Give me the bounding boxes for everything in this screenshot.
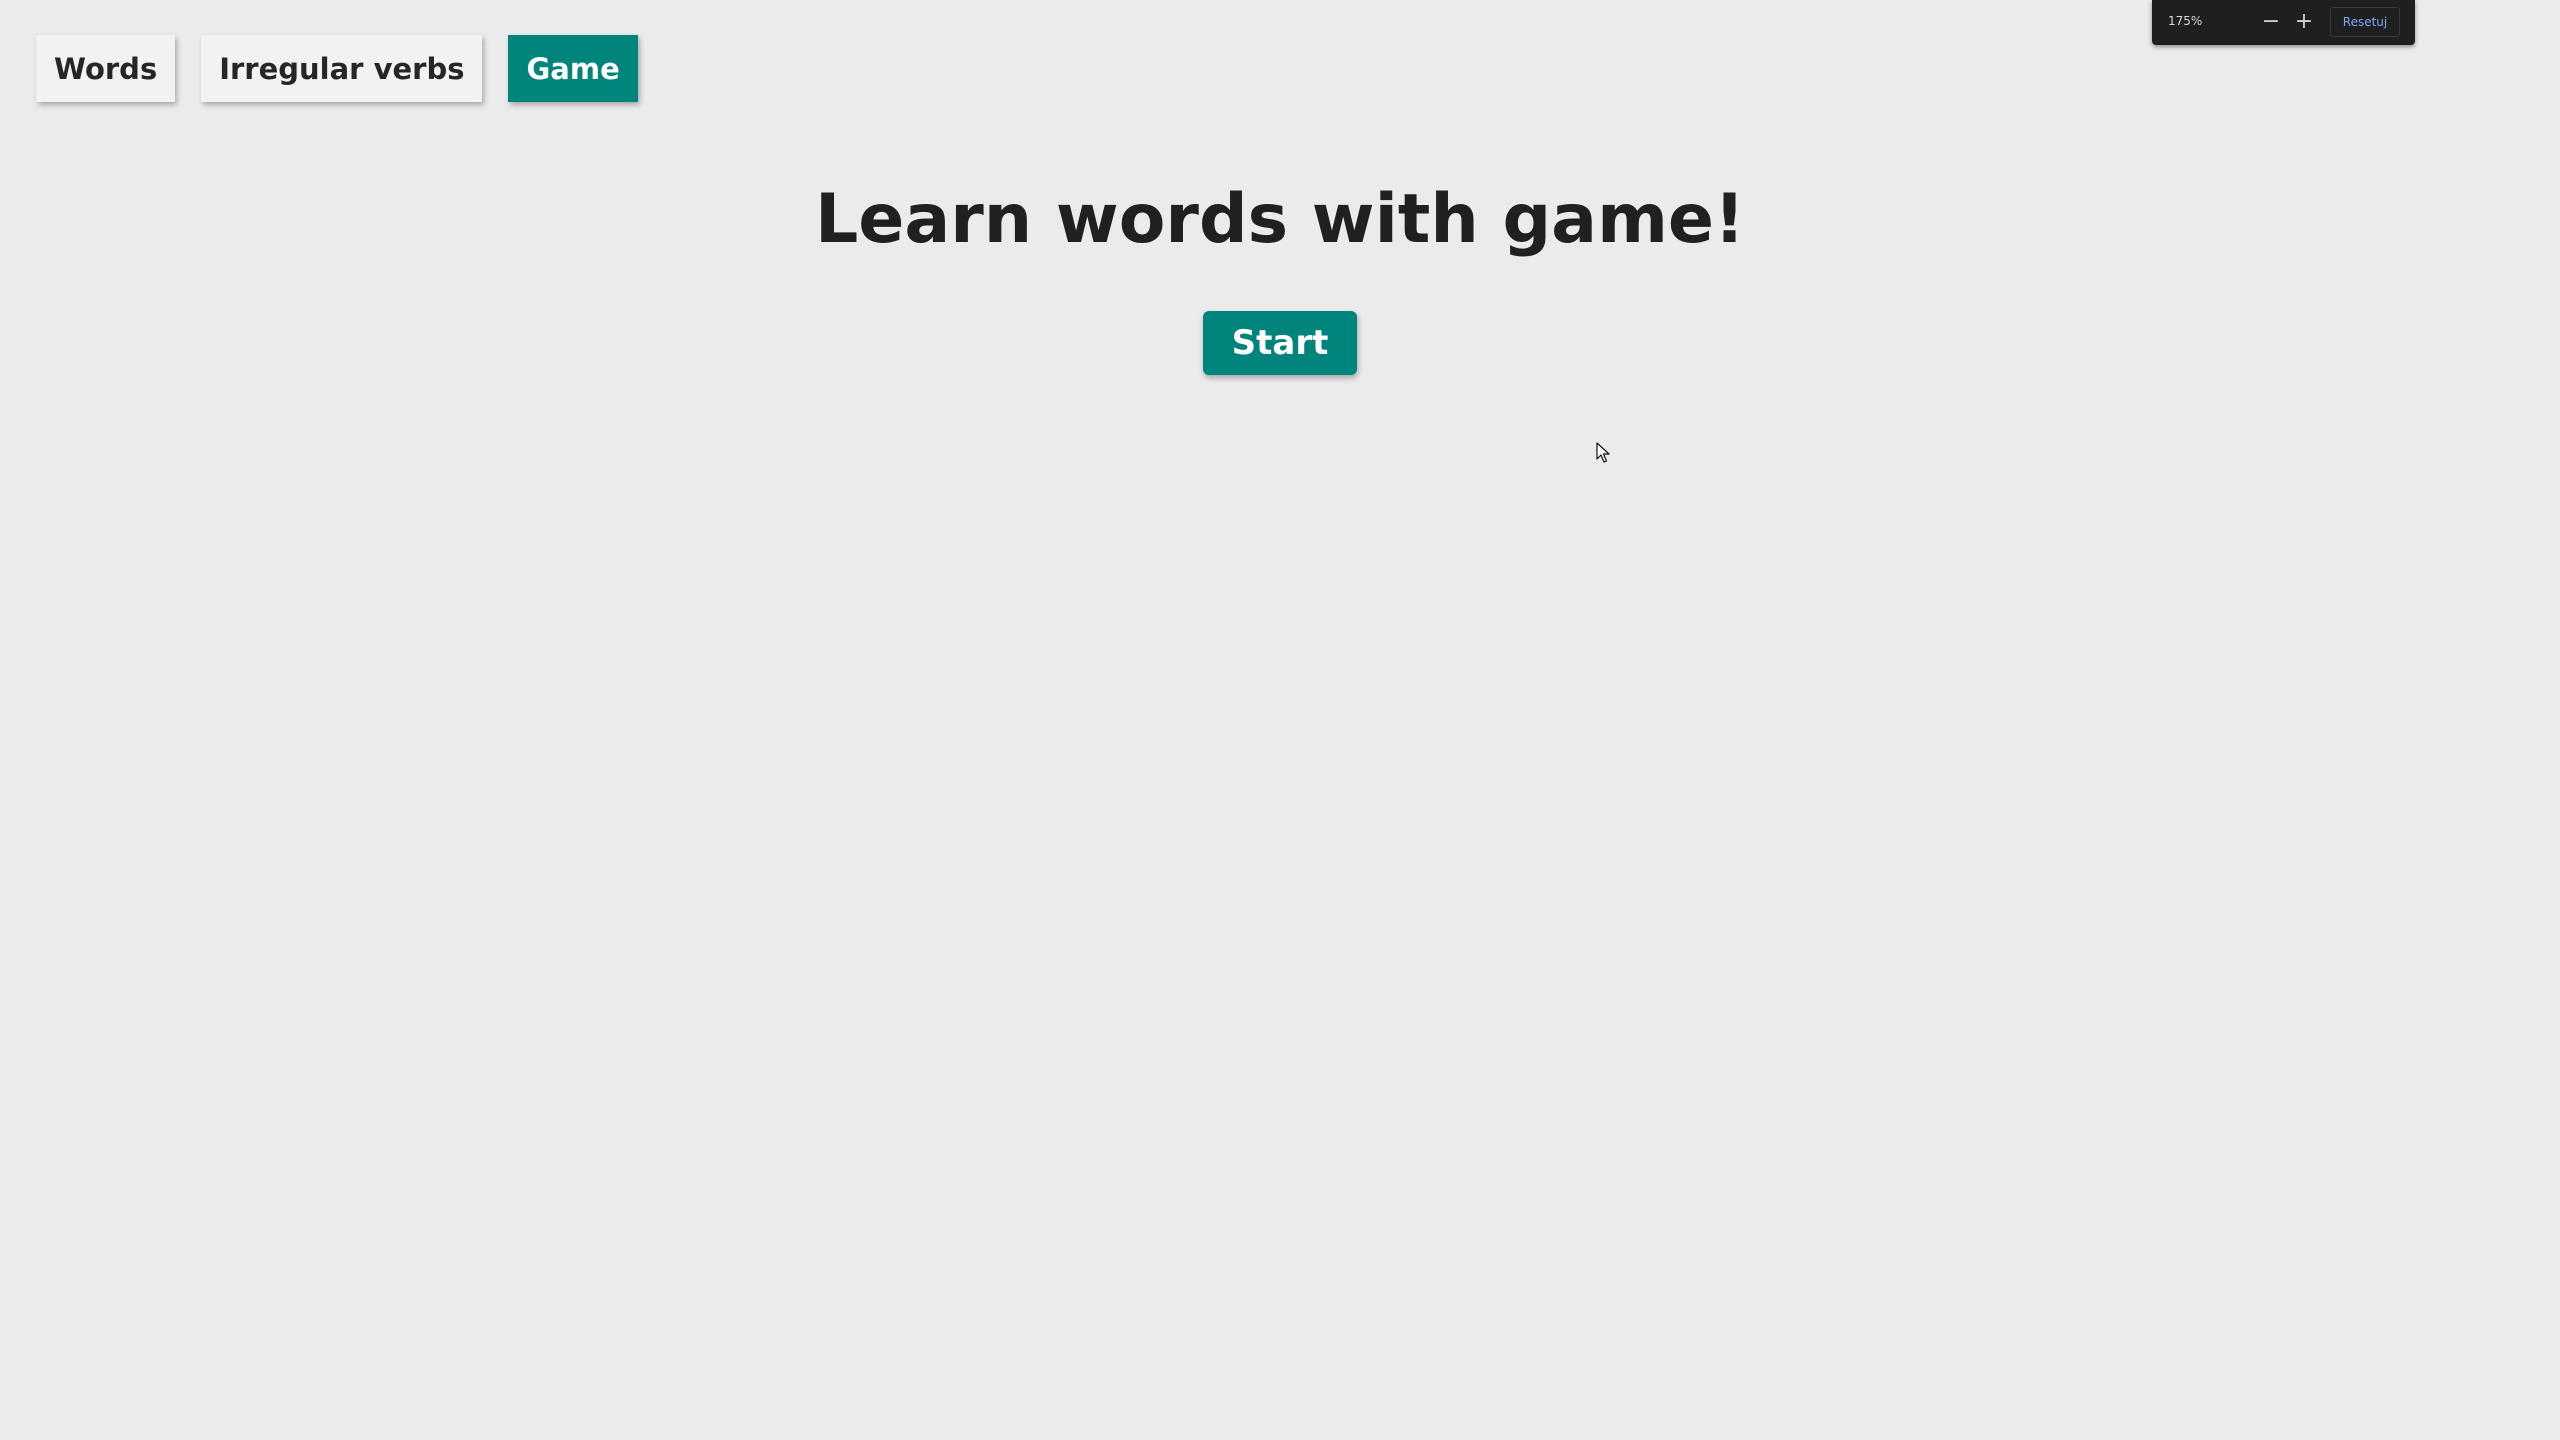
zoom-reset-button[interactable]: Resetuj	[2330, 7, 2400, 37]
nav-game-button[interactable]: Game	[508, 35, 638, 102]
browser-zoom-popup: 175% − + Resetuj	[2152, 0, 2415, 45]
mouse-cursor-icon	[1596, 442, 1610, 463]
top-navigation: Words Irregular verbs Game	[36, 35, 638, 102]
nav-irregular-verbs-button[interactable]: Irregular verbs	[201, 35, 483, 102]
start-button[interactable]: Start	[1203, 311, 1357, 375]
zoom-in-button[interactable]: +	[2293, 8, 2315, 36]
zoom-out-button[interactable]: −	[2260, 8, 2282, 36]
zoom-level-text: 175%	[2168, 14, 2203, 28]
page-title: Learn words with game!	[814, 180, 1746, 259]
nav-words-button[interactable]: Words	[36, 35, 176, 102]
